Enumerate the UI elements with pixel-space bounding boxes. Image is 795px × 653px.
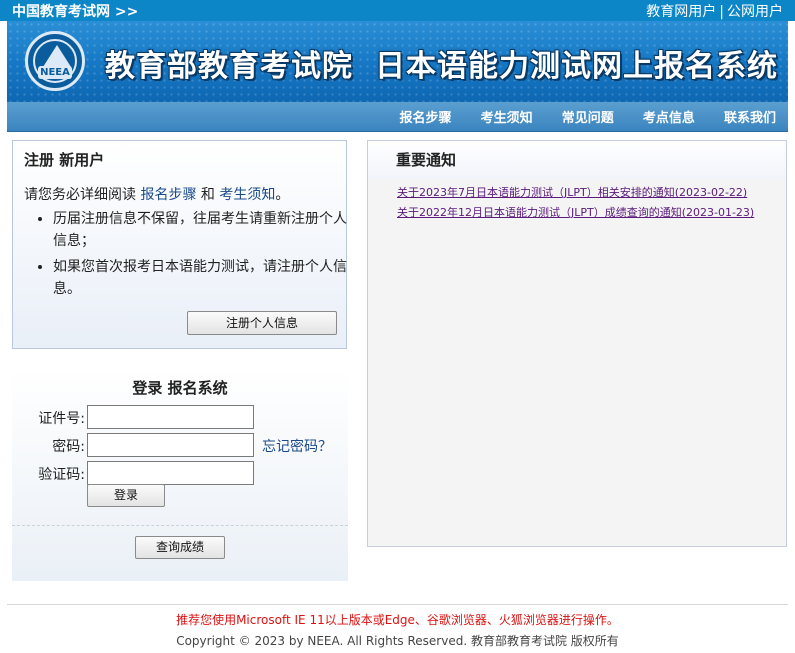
intro-prefix: 请您务必详细阅读 bbox=[24, 187, 141, 203]
public-network-user-link[interactable]: 公网用户 bbox=[727, 4, 783, 20]
captcha-input[interactable] bbox=[87, 461, 254, 485]
user-links: 教育网用户 | 公网用户 bbox=[646, 1, 783, 21]
password-input[interactable] bbox=[87, 433, 254, 457]
banner-title-system: 日本语能力测试网上报名系统 bbox=[375, 49, 778, 84]
register-bullet: 如果您首次报考日本语能力测试，请注册个人信息。 bbox=[53, 256, 353, 300]
register-bullets: 历届注册信息不保留，往届考生请重新注册个人信息； 如果您首次报考日本语能力测试，… bbox=[35, 208, 353, 304]
logo-text: NEEA bbox=[40, 67, 70, 78]
nav-item-faq[interactable]: 常见问题 bbox=[562, 107, 614, 126]
header-banner: NEEA 教育部教育考试院 日本语能力测试网上报名系统 bbox=[7, 21, 788, 102]
top-bar: 中国教育考试网 >> 教育网用户 | 公网用户 bbox=[0, 0, 795, 21]
register-panel: 注册 新用户 请您务必详细阅读 报名步骤 和 考生须知。 历届注册信息不保留，往… bbox=[12, 140, 347, 349]
site-home-link[interactable]: 中国教育考试网 >> bbox=[12, 1, 138, 21]
nav-item-contact-us[interactable]: 联系我们 bbox=[724, 107, 776, 126]
query-score-button[interactable]: 查询成绩 bbox=[135, 536, 225, 559]
nav-item-registration-steps[interactable]: 报名步骤 bbox=[400, 107, 452, 126]
register-button[interactable]: 注册个人信息 bbox=[187, 311, 337, 335]
intro-and: 和 bbox=[196, 187, 220, 203]
login-title: 登录 报名系统 bbox=[132, 379, 228, 397]
notice-item-link[interactable]: 关于2023年7月日本语能力测试（JLPT）相关安排的通知(2023-02-22… bbox=[397, 183, 754, 203]
id-number-label: 证件号: bbox=[38, 411, 85, 427]
candidate-notice-link[interactable]: 考生须知 bbox=[219, 187, 275, 203]
main-nav: 报名步骤 考生须知 常见问题 考点信息 联系我们 bbox=[7, 102, 788, 132]
id-number-input[interactable] bbox=[87, 405, 254, 429]
copyright-text: Copyright © 2023 by NEEA. All Rights Res… bbox=[176, 634, 619, 648]
login-button[interactable]: 登录 bbox=[87, 484, 165, 507]
password-label: 密码: bbox=[52, 439, 85, 455]
registration-steps-link[interactable]: 报名步骤 bbox=[140, 187, 196, 203]
captcha-label: 验证码: bbox=[38, 467, 85, 483]
intro-suffix: 。 bbox=[275, 187, 290, 203]
register-bullet: 历届注册信息不保留，往届考生请重新注册个人信息； bbox=[53, 208, 353, 252]
banner-title: 教育部教育考试院 日本语能力测试网上报名系统 bbox=[105, 41, 778, 85]
logo-triangle bbox=[43, 45, 71, 67]
notice-title: 重要通知 bbox=[396, 151, 457, 169]
notice-list: 关于2023年7月日本语能力测试（JLPT）相关安排的通知(2023-02-22… bbox=[397, 183, 754, 223]
edu-network-user-link[interactable]: 教育网用户 bbox=[646, 4, 716, 20]
register-title: 注册 新用户 bbox=[24, 151, 105, 169]
login-panel: 登录 报名系统 证件号: 密码: 忘记密码？ 验证码: 登录 查询成绩 bbox=[12, 368, 348, 581]
footer-divider bbox=[7, 604, 788, 605]
register-intro: 请您务必详细阅读 报名步骤 和 考生须知。 bbox=[24, 184, 289, 204]
nav-item-test-center-info[interactable]: 考点信息 bbox=[643, 107, 695, 126]
browser-recommendation: 推荐您使用Microsoft IE 11以上版本或Edge、谷歌浏览器、火狐浏览… bbox=[176, 613, 619, 627]
forgot-password-link[interactable]: 忘记密码？ bbox=[262, 436, 332, 456]
neea-logo-icon: NEEA bbox=[25, 31, 85, 91]
notice-header: 重要通知 bbox=[368, 141, 786, 179]
notice-panel: 重要通知 关于2023年7月日本语能力测试（JLPT）相关安排的通知(2023-… bbox=[367, 140, 787, 547]
banner-title-org: 教育部教育考试院 bbox=[105, 49, 353, 84]
notice-item-link[interactable]: 关于2022年12月日本语能力测试（JLPT）成绩查询的通知(2023-01-2… bbox=[397, 203, 754, 223]
user-link-separator: | bbox=[719, 4, 724, 20]
nav-item-candidate-notice[interactable]: 考生须知 bbox=[481, 107, 533, 126]
login-divider bbox=[12, 525, 348, 526]
